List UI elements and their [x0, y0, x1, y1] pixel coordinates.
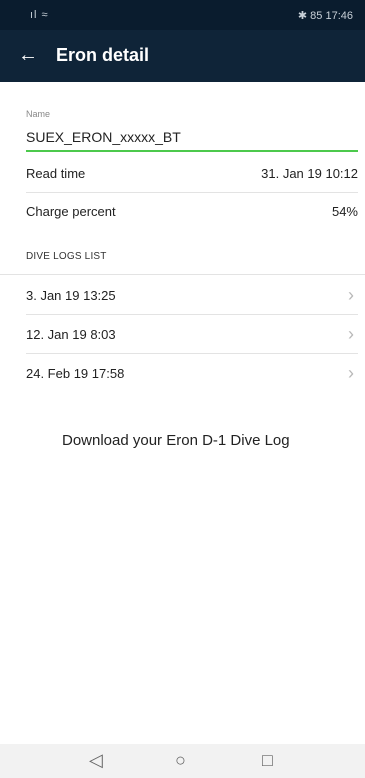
system-nav-bar: ◁ ○ □ — [0, 744, 365, 778]
divider — [0, 274, 365, 275]
back-arrow-icon[interactable]: ← — [18, 43, 38, 67]
status-bar: ıl ≈ ✱ 85 17:46 — [0, 0, 365, 30]
dive-log-item[interactable]: 3. Jan 19 13:25 › — [26, 277, 358, 315]
read-time-row: Read time 31. Jan 19 10:12 — [26, 155, 358, 193]
page-title: Eron detail — [56, 45, 150, 65]
nav-home-icon[interactable]: ○ — [175, 750, 186, 771]
download-dive-log-link[interactable]: Download your Eron D-1 Dive Log — [62, 432, 290, 449]
dive-log-date: 24. Feb 19 17:58 — [26, 366, 125, 381]
charge-percent-label: Charge percent — [26, 204, 116, 219]
chevron-right-icon: › — [348, 363, 354, 383]
charge-percent-row: Charge percent 54% — [26, 193, 358, 231]
status-time: ✱ 85 17:46 — [297, 10, 353, 22]
divider — [26, 353, 358, 354]
nav-back-icon[interactable]: ◁ — [89, 750, 103, 771]
charge-percent-value: 54% — [331, 204, 358, 219]
dive-log-item[interactable]: 24. Feb 19 17:58 › — [26, 355, 358, 393]
chevron-right-icon: › — [348, 324, 354, 344]
signal-wifi-icons: ıl ≈ — [30, 9, 49, 21]
chevron-right-icon: › — [348, 285, 354, 305]
app-bar: ← Eron detail — [0, 30, 365, 82]
nav-recents-icon[interactable]: □ — [262, 750, 273, 771]
name-input[interactable] — [26, 124, 358, 152]
dive-log-date: 3. Jan 19 13:25 — [26, 288, 116, 303]
dive-log-item[interactable]: 12. Jan 19 8:03 › — [26, 316, 358, 354]
dive-logs-heading: DIVE LOGS LIST — [26, 251, 107, 262]
divider — [26, 314, 358, 315]
read-time-label: Read time — [26, 166, 86, 181]
read-time-value: 31. Jan 19 10:12 — [261, 166, 358, 181]
dive-log-date: 12. Jan 19 8:03 — [26, 327, 116, 342]
name-field-label: Name — [26, 109, 51, 119]
